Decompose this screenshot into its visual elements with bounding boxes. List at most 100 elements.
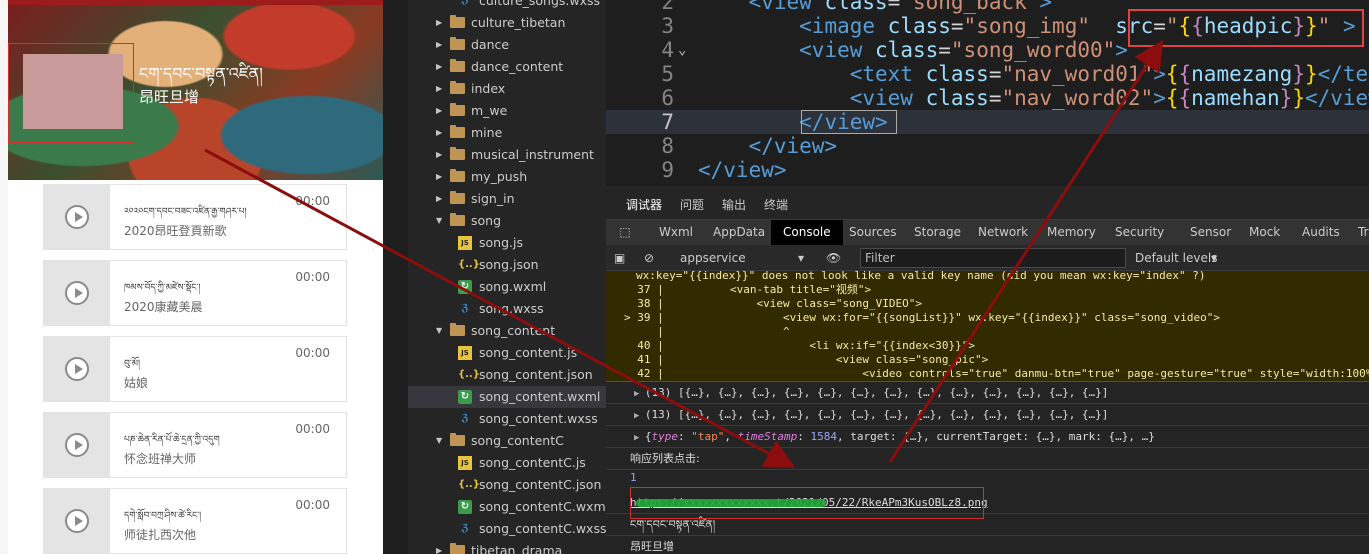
- tab-issues[interactable]: 问题: [680, 196, 704, 213]
- expand-triangle-icon[interactable]: ▶: [634, 411, 645, 421]
- warning-line: > 39 | <view wx:for="{{songList}}" wx:ke…: [624, 311, 1221, 324]
- song-title: 师徒扎西次他: [124, 528, 197, 542]
- chevron-right-icon[interactable]: ▶: [436, 540, 442, 554]
- tree-file[interactable]: ↻ song_contentC.wxml: [408, 496, 606, 518]
- play-icon[interactable]: [65, 433, 89, 457]
- chevron-down-icon[interactable]: ▼: [436, 320, 442, 342]
- tree-file[interactable]: JS song_contentC.js: [408, 452, 606, 474]
- tree-item-label: song.wxss: [479, 301, 544, 316]
- chevron-down-icon[interactable]: ▾: [1211, 245, 1217, 271]
- console-log-event[interactable]: ▶ {type: "tap", timeStamp: 1584, target:…: [606, 426, 1369, 448]
- song-list-item[interactable]: བུ་མོ། 姑娘 00:00: [43, 336, 347, 402]
- tree-file[interactable]: JS song_content.js: [408, 342, 606, 364]
- song-list-item[interactable]: དགེ་སློབ་བཀྲ་ཤིས་ཚེ་རིང་། 师徒扎西次他 00:00: [43, 488, 347, 554]
- play-icon[interactable]: [65, 205, 89, 229]
- tree-folder[interactable]: ▶ dance: [408, 34, 606, 56]
- song-list-item[interactable]: པཎ་ཆེན་རིན་པོ་ཆེ་དྲན་ཀྱི་འདུག 怀念班禅大师 00:…: [43, 412, 347, 478]
- code-line[interactable]: 7 </view>: [606, 110, 1369, 134]
- panel-console[interactable]: Console: [771, 220, 843, 245]
- code-line[interactable]: 9 </view>: [606, 158, 1369, 182]
- tab-output[interactable]: 输出: [722, 196, 746, 213]
- song-thumbnail: [44, 337, 110, 401]
- eye-icon[interactable]: 👁: [826, 245, 841, 271]
- panel-network[interactable]: Network: [978, 220, 1028, 245]
- expand-triangle-icon[interactable]: ▶: [634, 389, 645, 399]
- play-icon[interactable]: [65, 509, 89, 533]
- tree-file[interactable]: ℨsong.wxss: [408, 298, 606, 320]
- tree-file[interactable]: ℨsong_contentC.wxss: [408, 518, 606, 540]
- tree-item-label: culture_songs.wxss: [479, 0, 601, 8]
- code-line[interactable]: 5 <text class="nav_word01">{{namezang}}<…: [606, 62, 1369, 86]
- context-selector[interactable]: appservice: [680, 245, 746, 271]
- tree-folder[interactable]: ▼ song_content: [408, 320, 606, 342]
- tree-folder[interactable]: ▼ song_contentC: [408, 430, 606, 452]
- tree-file[interactable]: ℨsong_content.wxss: [408, 408, 606, 430]
- chevron-down-icon[interactable]: ▼: [436, 430, 442, 452]
- fold-chevron-icon[interactable]: ⌄: [678, 38, 686, 62]
- tree-file[interactable]: {..} song.json: [408, 254, 606, 276]
- log-levels-dropdown[interactable]: Default levels: [1135, 245, 1217, 271]
- panel-security[interactable]: Security: [1115, 220, 1164, 245]
- tree-folder[interactable]: ▶ musical_instrument: [408, 144, 606, 166]
- filter-input[interactable]: [860, 248, 1126, 268]
- tree-file[interactable]: ↻ song_content.wxml: [408, 386, 606, 408]
- panel-wxml[interactable]: Wxml: [659, 220, 693, 245]
- code-text: <view class="nav_word02">{{namehan}}</vi…: [849, 86, 1369, 110]
- warning-line: 38 | <view class="song_VIDEO">: [624, 297, 923, 310]
- sidebar-toggle-icon[interactable]: ▣: [614, 245, 625, 271]
- tree-folder[interactable]: ▶ m_we: [408, 100, 606, 122]
- song-list-item[interactable]: ༢༠༢༠ངག་དབང་བཟང་འཛིན་རྒྱ་གཤར་པ། 2020昂旺登頁新…: [43, 184, 347, 250]
- tree-item-label: m_we: [471, 103, 508, 118]
- folder-icon: [450, 81, 465, 94]
- console-log-array[interactable]: ▶ (13) [{…}, {…}, {…}, {…}, {…}, {…}, {……: [606, 382, 1369, 404]
- console-log-array[interactable]: ▶ (13) [{…}, {…}, {…}, {…}, {…}, {…}, {……: [606, 404, 1369, 426]
- tree-item-label: song.wxml: [479, 279, 547, 294]
- chevron-right-icon[interactable]: ▶: [436, 12, 442, 34]
- panel-audits[interactable]: Audits: [1302, 220, 1340, 245]
- chevron-right-icon[interactable]: ▶: [436, 56, 442, 78]
- play-icon[interactable]: [65, 281, 89, 305]
- tree-file[interactable]: ↻ song.wxml: [408, 276, 606, 298]
- panel-sensor[interactable]: Sensor: [1190, 220, 1231, 245]
- tree-file[interactable]: {..} song_content.json: [408, 364, 606, 386]
- tree-folder[interactable]: ▶ dance_content: [408, 56, 606, 78]
- chevron-right-icon[interactable]: ▶: [436, 100, 442, 122]
- tree-folder[interactable]: ▶ mine: [408, 122, 606, 144]
- chevron-right-icon[interactable]: ▶: [436, 144, 442, 166]
- tree-folder[interactable]: ▶ culture_tibetan: [408, 12, 606, 34]
- tree-folder[interactable]: ▶ tibetan_drama: [408, 540, 606, 554]
- console-toolbar: ▣ ⊘ appservice ▾ 👁 Default levels ▾: [606, 245, 1369, 271]
- expand-triangle-icon[interactable]: ▶: [634, 433, 645, 443]
- tree-file[interactable]: {..} song_contentC.json: [408, 474, 606, 496]
- tab-debugger[interactable]: 调试器: [626, 196, 663, 222]
- play-icon[interactable]: [65, 357, 89, 381]
- song-list-item[interactable]: ཁམས་བོད་ཀྱི་མཛེས་སྡོང་། 2020康藏美晨 00:00: [43, 260, 347, 326]
- chevron-right-icon[interactable]: ▶: [436, 188, 442, 210]
- folder-icon: [450, 59, 465, 72]
- chevron-right-icon[interactable]: ▶: [436, 122, 442, 144]
- inspect-icon[interactable]: ⬚: [616, 220, 634, 245]
- chevron-down-icon[interactable]: ▾: [798, 245, 804, 271]
- clear-console-icon[interactable]: ⊘: [644, 245, 654, 271]
- chevron-right-icon[interactable]: ▶: [436, 166, 442, 188]
- tree-folder[interactable]: ▶ sign_in: [408, 188, 606, 210]
- tree-folder[interactable]: ▶ index: [408, 78, 606, 100]
- chevron-down-icon[interactable]: ▼: [436, 210, 442, 232]
- panel-appdata[interactable]: AppData: [713, 220, 765, 245]
- tree-folder[interactable]: ▶ my_push: [408, 166, 606, 188]
- panel-overflow[interactable]: Tr: [1358, 220, 1369, 245]
- tree-folder[interactable]: ▼ song: [408, 210, 606, 232]
- panel-memory[interactable]: Memory: [1047, 220, 1096, 245]
- panel-sources[interactable]: Sources: [849, 220, 896, 245]
- code-line[interactable]: 6 <view class="nav_word02">{{namehan}}</…: [606, 86, 1369, 110]
- code-text: </view>: [748, 134, 838, 158]
- wxml-file-icon: ↻: [458, 390, 472, 404]
- tree-file[interactable]: ℨculture_songs.wxss: [408, 0, 606, 12]
- panel-storage[interactable]: Storage: [914, 220, 961, 245]
- chevron-right-icon[interactable]: ▶: [436, 78, 442, 100]
- tree-file[interactable]: JS song.js: [408, 232, 606, 254]
- panel-mock[interactable]: Mock: [1249, 220, 1280, 245]
- tab-terminal[interactable]: 终端: [764, 196, 788, 213]
- code-line[interactable]: 8 </view>: [606, 134, 1369, 158]
- chevron-right-icon[interactable]: ▶: [436, 34, 442, 56]
